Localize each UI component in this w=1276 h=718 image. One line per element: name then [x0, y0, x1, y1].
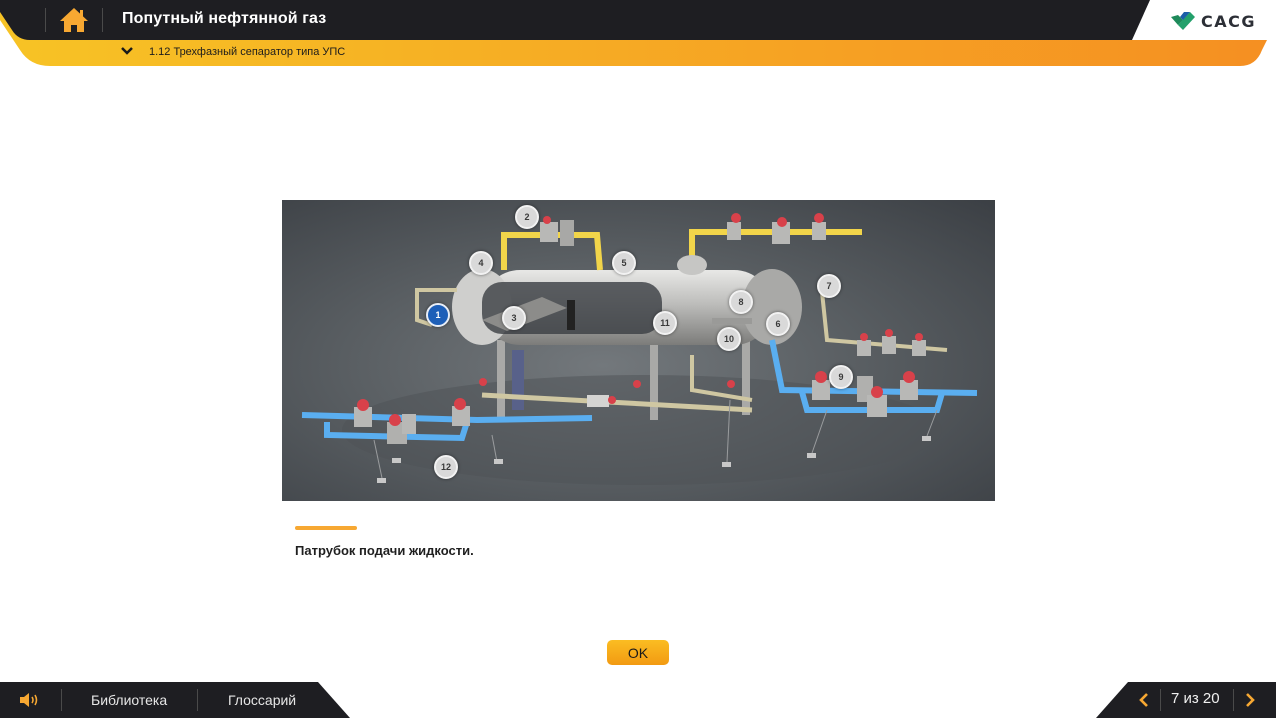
marker-10[interactable]: 10: [717, 327, 741, 351]
section-title: 1.12 Трехфазный сепаратор типа УПС: [149, 46, 346, 58]
chevron-down-icon[interactable]: [120, 46, 134, 56]
library-link[interactable]: Библиотека: [91, 692, 167, 708]
marker-2[interactable]: 2: [515, 205, 539, 229]
glossary-link[interactable]: Глоссарий: [228, 692, 296, 708]
marker-4[interactable]: 4: [469, 251, 493, 275]
brand-logo: CACG: [1170, 8, 1256, 34]
ok-button[interactable]: OK: [607, 640, 669, 665]
footer-separator: [61, 689, 62, 711]
marker-1[interactable]: 1: [426, 303, 450, 327]
header-separator: [102, 8, 103, 32]
logo-emblem-icon: [1171, 12, 1195, 30]
marker-8[interactable]: 8: [729, 290, 753, 314]
prev-page-icon[interactable]: [1138, 692, 1150, 708]
footer-separator: [1233, 689, 1234, 711]
marker-11[interactable]: 11: [653, 311, 677, 335]
footer-separator: [1160, 689, 1161, 711]
home-icon[interactable]: [58, 6, 90, 34]
marker-12[interactable]: 12: [434, 455, 458, 479]
marker-5[interactable]: 5: [612, 251, 636, 275]
logo-text: CACG: [1201, 11, 1256, 31]
marker-9[interactable]: 9: [829, 365, 853, 389]
marker-7[interactable]: 7: [817, 274, 841, 298]
description-accent-line: [295, 526, 357, 530]
header-separator: [45, 8, 46, 32]
description-text: Патрубок подачи жидкости.: [295, 543, 474, 558]
separator-illustration: [301, 213, 978, 485]
marker-6[interactable]: 6: [766, 312, 790, 336]
speaker-icon[interactable]: [19, 692, 43, 708]
footer-separator: [197, 689, 198, 711]
marker-3[interactable]: 3: [502, 306, 526, 330]
separator-diagram: 1 2 3 4 5 6 7 8 9 10 11 12: [282, 200, 995, 501]
footer-left-panel: [0, 682, 350, 718]
course-title: Попутный нефтянной газ: [122, 10, 327, 27]
page-indicator: 7 из 20: [1171, 690, 1220, 707]
next-page-icon[interactable]: [1244, 692, 1256, 708]
